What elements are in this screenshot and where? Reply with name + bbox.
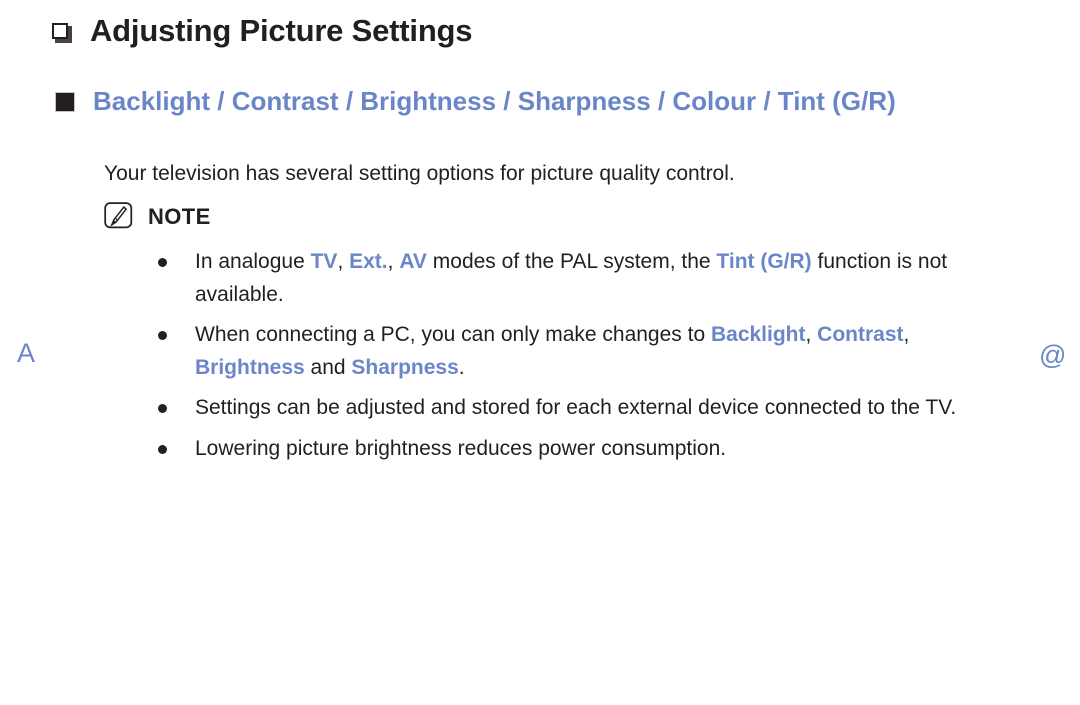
round-bullet-icon: [158, 331, 167, 341]
text-segment: ,: [387, 250, 400, 273]
list-item-text: Lowering picture brightness reduces powe…: [195, 436, 727, 460]
list-item-text: In analogue TV, Ext., AV modes of the PA…: [195, 246, 985, 311]
section-heading: Backlight / Contrast / Brightness / Shar…: [93, 86, 896, 116]
text-segment: and: [304, 355, 352, 379]
note-list: In analogue TV, Ext., AV modes of the PA…: [158, 246, 1038, 473]
keyword-ext: Ext.: [349, 250, 388, 273]
document-page: Adjusting Picture Settings Backlight / C…: [0, 0, 1080, 705]
left-margin-mark: A: [17, 338, 36, 368]
list-item: Settings can be adjusted and stored for …: [158, 392, 1038, 425]
keyword-backlight: Backlight: [710, 323, 806, 347]
page-title: Adjusting Picture Settings: [90, 13, 473, 48]
body-paragraph: Your television has several setting opti…: [104, 162, 735, 185]
note-header: NOTE: [104, 202, 211, 231]
text-segment: .: [458, 355, 465, 379]
keyword-tint: Tint (G/R): [716, 250, 812, 273]
text-segment: ,: [903, 323, 910, 347]
keyword-av: AV: [399, 250, 427, 273]
note-pencil-icon: [104, 202, 133, 229]
page-title-row: Adjusting Picture Settings: [52, 12, 473, 49]
keyword-contrast: Contrast: [817, 323, 904, 347]
keyword-tv: TV: [310, 250, 338, 273]
list-item: In analogue TV, Ext., AV modes of the PA…: [158, 246, 1038, 311]
keyword-brightness: Brightness: [195, 355, 305, 379]
hollow-square-bullet-icon: [52, 23, 74, 45]
list-item-text: When connecting a PC, you can only make …: [195, 319, 923, 384]
round-bullet-icon: [158, 258, 167, 267]
list-item: When connecting a PC, you can only make …: [158, 319, 1038, 384]
note-label: NOTE: [148, 203, 211, 229]
right-margin-mark: @: [1039, 340, 1067, 370]
round-bullet-icon: [158, 444, 167, 454]
list-item-text: Settings can be adjusted and stored for …: [195, 396, 957, 420]
filled-square-bullet-icon: [55, 92, 75, 112]
keyword-sharpness: Sharpness: [351, 355, 459, 379]
text-segment: In analogue: [195, 250, 311, 273]
text-segment: When connecting a PC, you can only make …: [195, 323, 711, 347]
section-heading-row: Backlight / Contrast / Brightness / Shar…: [55, 84, 1035, 120]
text-segment: modes of the PAL system, the: [426, 250, 717, 273]
list-item: Lowering picture brightness reduces powe…: [158, 433, 1038, 466]
text-segment: ,: [805, 323, 818, 347]
text-segment: ,: [337, 250, 350, 273]
round-bullet-icon: [158, 404, 167, 414]
